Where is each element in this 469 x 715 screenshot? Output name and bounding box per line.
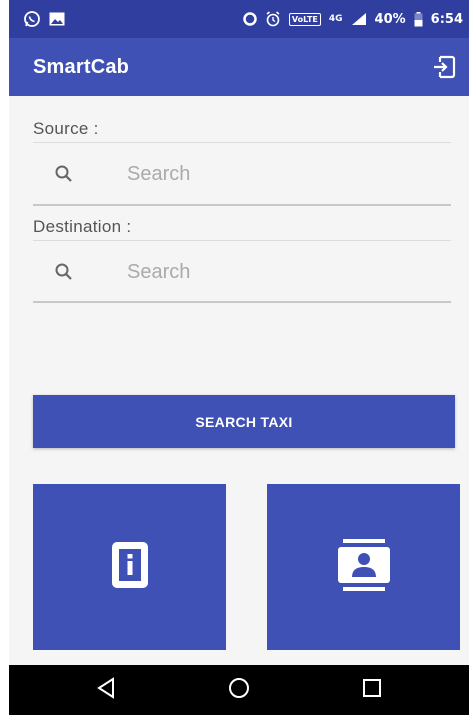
whatsapp-icon bbox=[23, 10, 41, 28]
contact-card-icon bbox=[337, 538, 390, 596]
destination-search-row[interactable] bbox=[53, 252, 433, 292]
back-icon bbox=[96, 676, 116, 704]
home-icon bbox=[228, 677, 250, 704]
battery-percent: 40% bbox=[374, 11, 406, 27]
source-label: Source : bbox=[33, 119, 99, 138]
signal-icon bbox=[351, 12, 367, 26]
destination-field-underline bbox=[33, 301, 451, 303]
destination-search-input[interactable] bbox=[125, 259, 389, 285]
contacts-tile[interactable] bbox=[267, 484, 460, 650]
recents-button[interactable] bbox=[342, 670, 402, 710]
home-button[interactable] bbox=[209, 670, 269, 710]
destination-label: Destination : bbox=[33, 217, 132, 236]
network-type: 4G bbox=[328, 14, 343, 24]
clock: 6:54 bbox=[430, 11, 463, 27]
image-icon bbox=[49, 12, 65, 26]
recents-icon bbox=[362, 678, 382, 703]
app-screen: VoLTE 4G 40% 6:54 SmartCab Source: Sear… bbox=[9, 0, 469, 715]
source-search-input[interactable] bbox=[125, 161, 389, 187]
back-button[interactable] bbox=[76, 670, 136, 710]
destination-divider bbox=[33, 240, 451, 241]
search-icon bbox=[53, 261, 75, 283]
status-bar: VoLTE 4G 40% 6:54 bbox=[9, 0, 469, 38]
info-device-icon bbox=[111, 541, 148, 593]
data-saver-icon bbox=[243, 12, 257, 26]
app-title: SmartCab bbox=[33, 55, 130, 78]
search-icon bbox=[53, 163, 75, 185]
app-bar: SmartCab bbox=[9, 38, 469, 96]
source-field-underline bbox=[33, 204, 451, 206]
logout-icon[interactable] bbox=[431, 54, 457, 80]
source-search-row[interactable] bbox=[53, 154, 433, 194]
search-taxi-button[interactable]: SEARCH TAXI bbox=[33, 395, 455, 448]
battery-icon bbox=[414, 11, 423, 27]
info-tile[interactable] bbox=[33, 484, 226, 650]
system-nav-bar bbox=[9, 665, 469, 715]
alarm-icon bbox=[265, 11, 281, 27]
volte-badge: VoLTE bbox=[288, 12, 321, 26]
source-divider bbox=[33, 142, 451, 143]
